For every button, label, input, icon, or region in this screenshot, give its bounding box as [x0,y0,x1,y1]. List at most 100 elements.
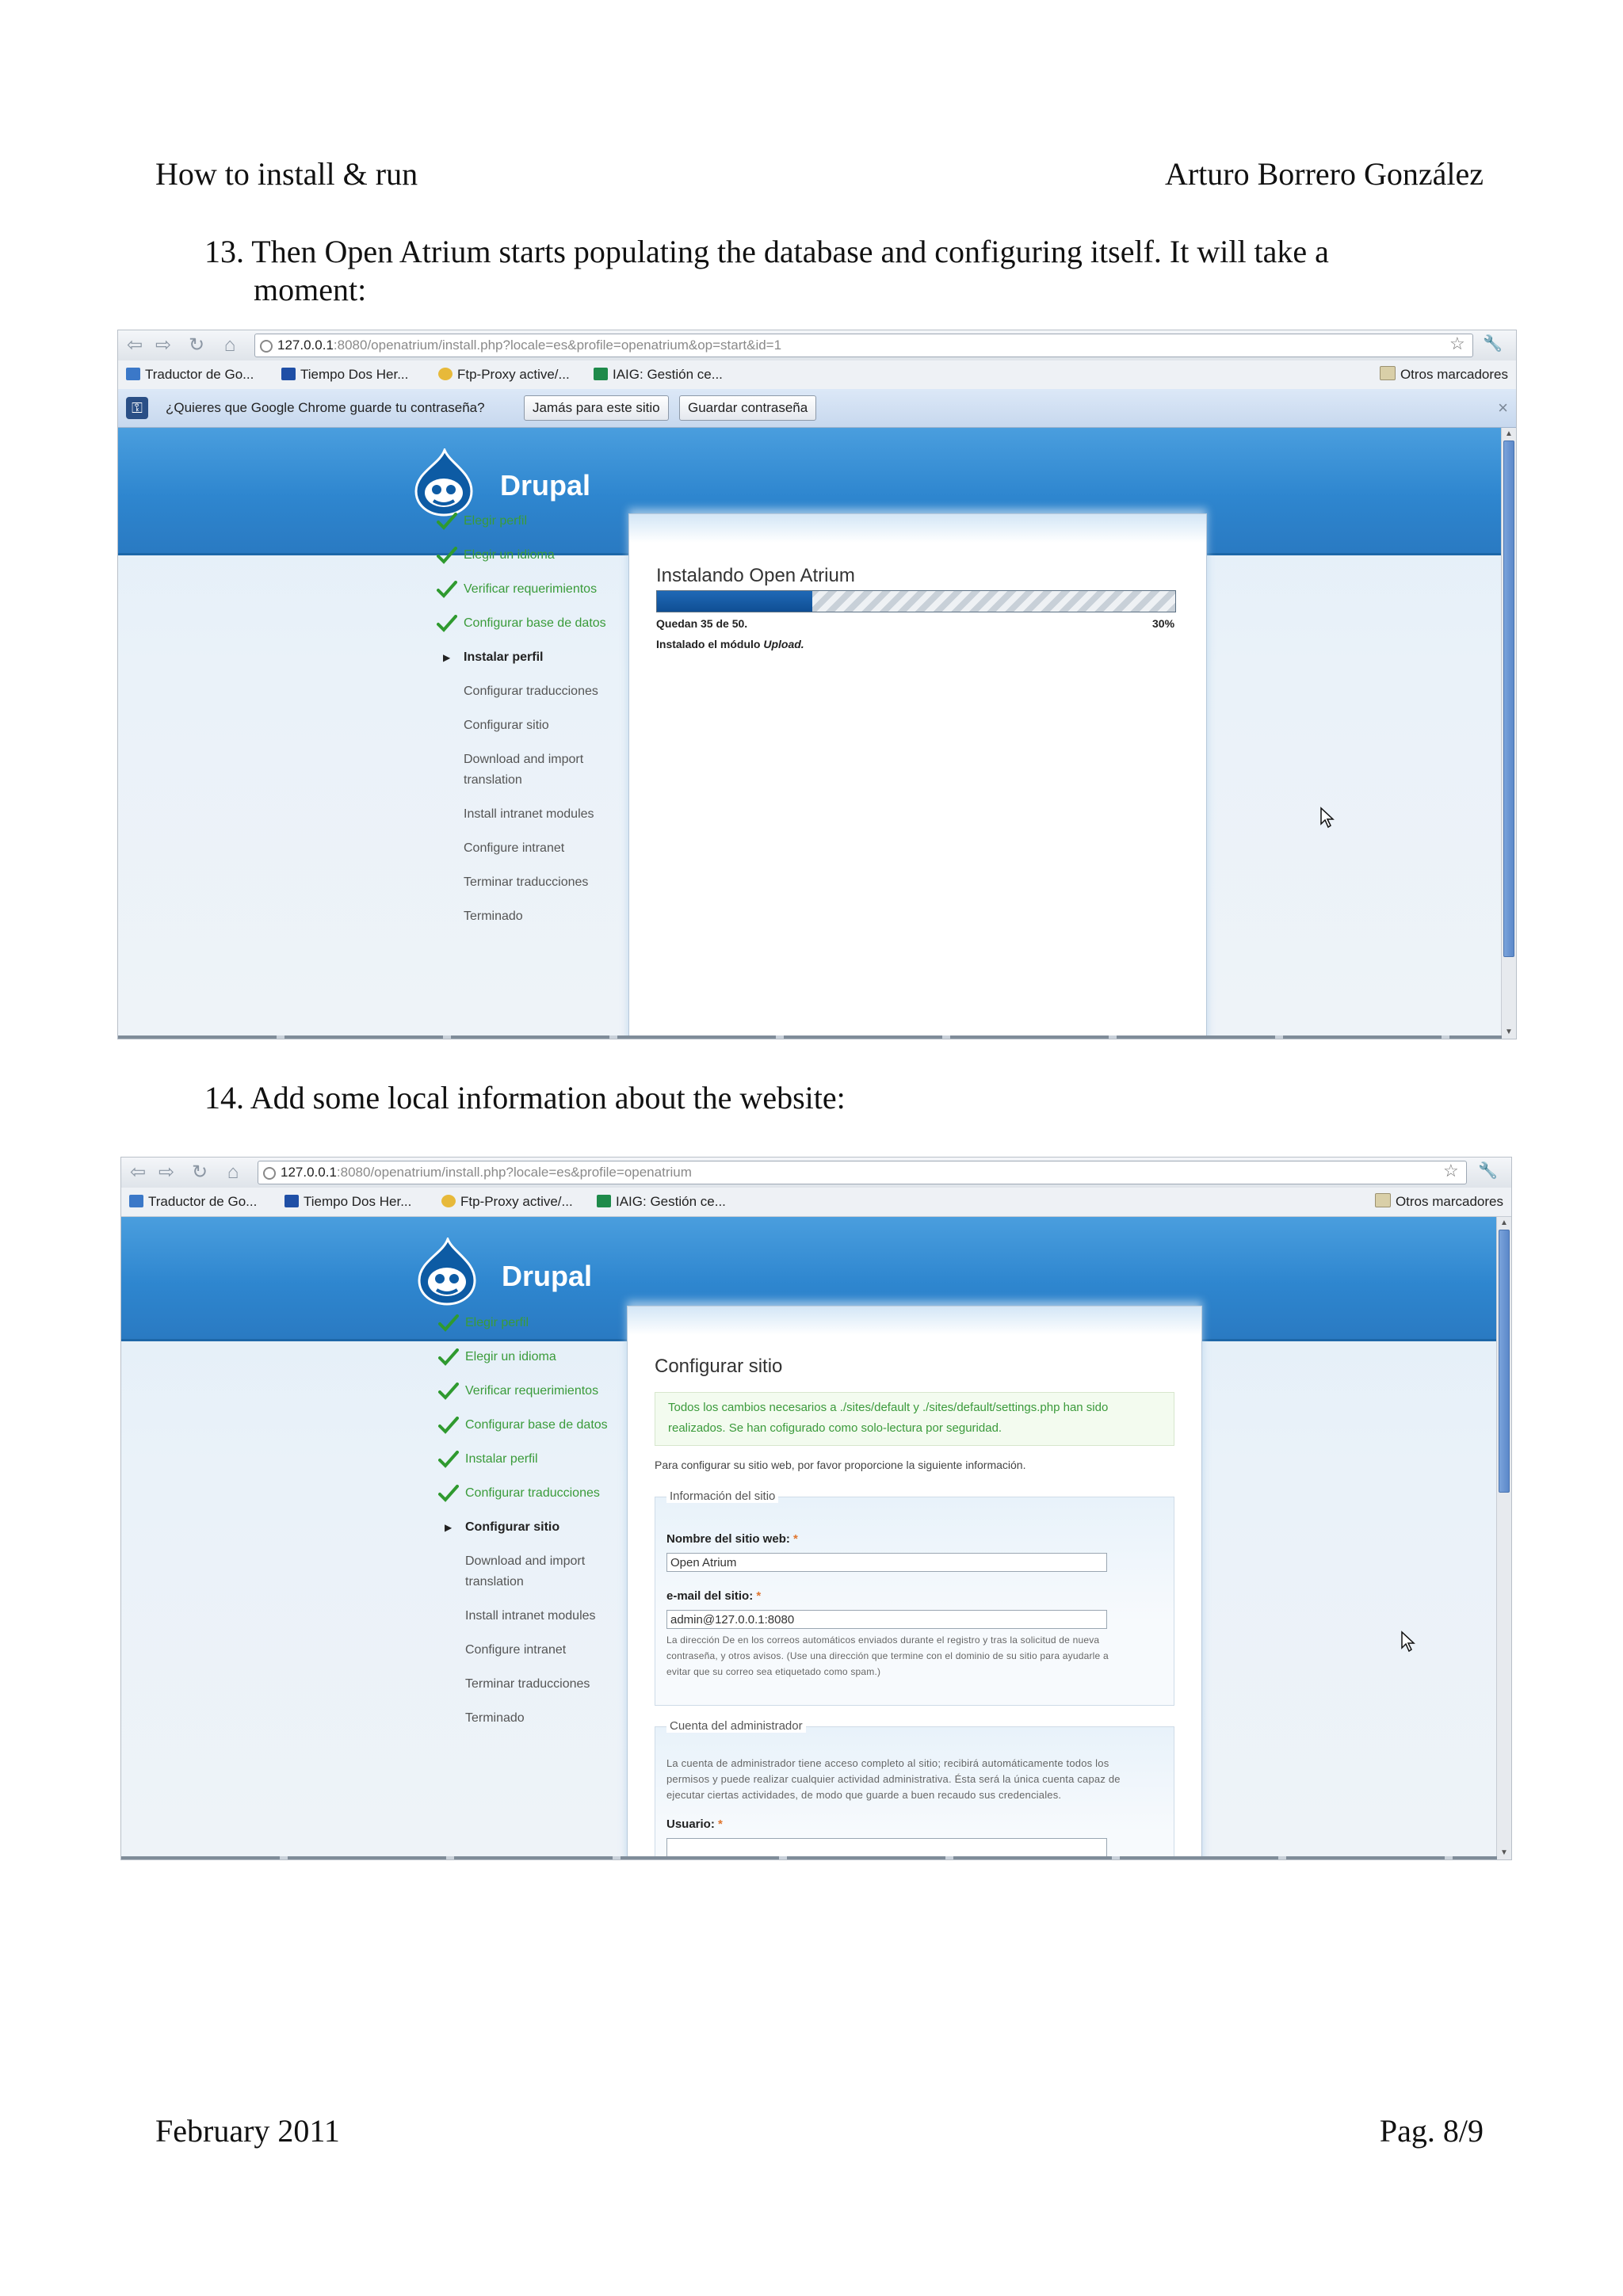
star-icon[interactable]: ☆ [1443,1161,1459,1181]
install-step: Configurar base de datos [464,616,606,630]
check-icon [437,513,457,530]
check-icon [438,1348,459,1366]
mouse-cursor-icon [1401,1630,1415,1653]
save-password-button[interactable]: Guardar contraseña [679,395,817,421]
other-bookmarks[interactable]: Otros marcadores [1379,360,1508,389]
drupal-page: Drupal Configurar sitio Todos los cambio… [121,1217,1511,1859]
install-step: Verificar requerimientos [465,1384,599,1398]
bookmark-2[interactable]: Ftp-Proxy active/... [441,1188,573,1216]
reload-icon[interactable]: ↻ [186,335,207,356]
lock-icon [438,368,453,380]
install-step: Configurar traducciones [464,685,598,698]
site-info-legend: Información del sitio [666,1489,779,1503]
install-step: Elegir un idioma [465,1350,556,1363]
install-step: Terminar traducciones [464,875,589,889]
step14-text: 14. Add some local information about the… [204,1080,846,1116]
install-step: Configurar sitio [464,719,549,732]
install-step: translation [465,1575,524,1589]
scroll-thumb[interactable] [1503,441,1514,957]
url-path: :8080/openatrium/install.php?locale=es&p… [333,338,782,353]
folder-icon [1374,1193,1391,1207]
install-step: Install intranet modules [465,1609,596,1623]
bookmark-0[interactable]: Traductor de Go... [126,360,254,389]
url-bar[interactable]: 127.0.0.1:8080/openatrium/install.php?lo… [254,334,1473,357]
bookmarks-bar: Traductor de Go... Tiempo Dos Her... Ftp… [121,1188,1511,1217]
forward-icon[interactable]: ⇨ [156,1162,177,1183]
install-step: Terminado [464,910,523,923]
site-name-label: Nombre del sitio web: * [666,1532,798,1546]
home-icon[interactable]: ⌂ [223,1162,243,1183]
scroll-thumb[interactable] [1499,1230,1510,1493]
star-icon[interactable]: ☆ [1449,334,1465,354]
install-step: Terminado [465,1711,525,1725]
site-email-label: e-mail del sitio: * [666,1589,762,1603]
intro-text: Para configurar su sitio web, por favor … [655,1459,1026,1471]
install-step: Elegir perfil [465,1316,529,1329]
check-icon [438,1383,459,1400]
drupal-page: Drupal Instalando Open Atrium Quedan 35 … [118,428,1516,1039]
password-infobar: ⚿ ¿Quieres que Google Chrome guarde tu c… [118,389,1516,428]
bookmark-0[interactable]: Traductor de Go... [129,1188,257,1216]
current-step-arrow-icon: ▶ [445,1522,453,1533]
current-step-arrow-icon: ▶ [443,652,451,663]
check-icon [438,1451,459,1468]
remaining-text: Quedan 35 de 50. [656,617,748,630]
drupal-logo-icon [418,1238,476,1306]
reload-icon[interactable]: ↻ [189,1162,210,1183]
back-icon[interactable]: ⇦ [128,1162,148,1183]
back-icon[interactable]: ⇦ [124,335,145,356]
bookmark-3[interactable]: IAIG: Gestión ce... [597,1188,726,1216]
globe-icon [263,1167,276,1180]
browser-screenshot-1: ⇦ ⇨ ↻ ⌂ 127.0.0.1:8080/openatrium/instal… [117,330,1517,1039]
wrench-icon[interactable]: 🔧 [1478,1161,1498,1180]
browser-toolbar: ⇦ ⇨ ↻ ⌂ 127.0.0.1:8080/openatrium/instal… [118,330,1516,360]
close-infobar-icon[interactable]: × [1498,389,1508,427]
mouse-cursor-icon [1320,807,1335,829]
install-step: Install intranet modules [464,807,594,821]
install-step: Verificar requerimientos [464,582,598,596]
installed-text: Instalado el módulo Upload. [656,638,804,650]
bookmark-3[interactable]: IAIG: Gestión ce... [594,360,723,389]
scroll-down-icon[interactable]: ▼ [1502,1026,1516,1039]
bookmarks-bar: Traductor de Go... Tiempo Dos Her... Ftp… [118,360,1516,390]
percent-text: 30% [1152,617,1175,630]
check-icon [438,1314,459,1332]
page-scrollbar[interactable]: ▲ ▼ [1496,1217,1511,1859]
scroll-up-icon[interactable]: ▲ [1502,428,1516,441]
site-email-input[interactable]: admin@127.0.0.1:8080 [666,1610,1107,1629]
status-message: Todos los cambios necesarios a ./sites/d… [655,1392,1174,1446]
site-icon [597,1195,611,1207]
scroll-up-icon[interactable]: ▲ [1497,1217,1511,1230]
forward-icon[interactable]: ⇨ [153,335,174,356]
url-bar[interactable]: 127.0.0.1:8080/openatrium/install.php?lo… [258,1161,1467,1184]
other-bookmarks[interactable]: Otros marcadores [1374,1188,1503,1216]
install-step: Configure intranet [465,1643,567,1657]
scroll-down-icon[interactable]: ▼ [1497,1847,1511,1859]
translate-icon [129,1195,143,1207]
weather-icon [281,368,296,380]
progress-bar [656,590,1176,612]
home-icon[interactable]: ⌂ [220,335,240,356]
browser-screenshot-2: ⇦ ⇨ ↻ ⌂ 127.0.0.1:8080/openatrium/instal… [120,1157,1512,1860]
admin-account-fieldset: Cuenta del administrador La cuenta de ad… [655,1719,1174,1859]
doc-footer-left: February 2011 [155,2113,340,2149]
install-step: Configure intranet [464,841,565,855]
doc-footer-right: Pag. 8/9 [1379,2113,1484,2149]
site-name-input[interactable]: Open Atrium [666,1553,1107,1572]
wrench-icon[interactable]: 🔧 [1483,334,1503,353]
drupal-logo-icon [414,448,473,517]
bookmark-1[interactable]: Tiempo Dos Her... [281,360,408,389]
username-input[interactable] [666,1838,1107,1857]
install-step: Instalar perfil [465,1452,538,1466]
url-host: 127.0.0.1 [281,1165,337,1180]
page-scrollbar[interactable]: ▲ ▼ [1501,428,1516,1039]
progress-fill [657,591,813,612]
bookmark-1[interactable]: Tiempo Dos Her... [285,1188,411,1216]
install-step: Instalar perfil [464,650,544,664]
never-save-button[interactable]: Jamás para este sitio [524,395,669,421]
install-step: Configurar traducciones [465,1486,600,1500]
step13-line1: 13. Then Open Atrium starts populating t… [204,234,1329,269]
globe-icon [260,340,273,353]
bookmark-2[interactable]: Ftp-Proxy active/... [438,360,570,389]
doc-header-right: Arturo Borrero González [1164,156,1484,192]
